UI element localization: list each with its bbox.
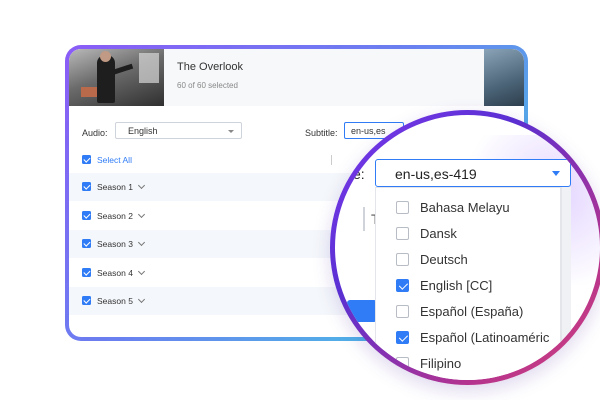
magnifier-content: T e: en-us,es-419 Bahasa Melayu Dansk D bbox=[335, 115, 600, 380]
subtitle-dropdown: Bahasa Melayu Dansk Deutsch English [CC]… bbox=[375, 187, 561, 380]
chevron-down-icon bbox=[228, 130, 234, 133]
subtitle-label-fragment: e: bbox=[353, 166, 365, 182]
option-checkbox[interactable] bbox=[396, 357, 409, 370]
option-checkbox[interactable] bbox=[396, 253, 409, 266]
column-separator bbox=[363, 207, 365, 231]
audio-select[interactable]: English bbox=[115, 122, 242, 139]
column-separator bbox=[331, 155, 332, 165]
option-checkbox[interactable] bbox=[396, 331, 409, 344]
stage: The Overlook 60 of 60 selected Audio: En… bbox=[0, 0, 600, 400]
magnifier-lens: T e: en-us,es-419 Bahasa Melayu Dansk D bbox=[330, 110, 600, 385]
season-label-wrap: Season 3 bbox=[97, 238, 145, 249]
season-checkbox[interactable] bbox=[82, 182, 91, 191]
option-checkbox[interactable] bbox=[396, 279, 409, 292]
option-checkbox[interactable] bbox=[396, 305, 409, 318]
season-checkbox[interactable] bbox=[82, 296, 91, 305]
subtitle-label: Subtitle: bbox=[305, 128, 338, 138]
thumbnail-window-light bbox=[139, 53, 159, 83]
season-label-wrap: Season 5 bbox=[97, 295, 145, 306]
selected-count: 60 of 60 selected bbox=[177, 81, 238, 90]
season-label-wrap: Season 1 bbox=[97, 181, 145, 192]
chevron-down-icon[interactable] bbox=[137, 181, 145, 190]
secondary-thumbnail bbox=[484, 49, 524, 106]
season-label: Season 2 bbox=[97, 211, 133, 221]
season-label-wrap: Season 2 bbox=[97, 210, 145, 221]
subtitle-select-value: en-us,es bbox=[351, 126, 386, 136]
chevron-down-icon bbox=[552, 171, 560, 176]
audio-label: Audio: bbox=[82, 128, 108, 138]
video-title: The Overlook bbox=[177, 61, 244, 73]
season-checkbox[interactable] bbox=[82, 268, 91, 277]
thumbnail-figure-head bbox=[100, 51, 111, 62]
season-label-wrap: Season 4 bbox=[97, 267, 145, 278]
thumbnail-figure bbox=[97, 55, 115, 103]
option-label: Filipino bbox=[420, 356, 462, 371]
chevron-down-icon[interactable] bbox=[137, 295, 145, 304]
season-label: Season 4 bbox=[97, 268, 133, 278]
chevron-down-icon[interactable] bbox=[137, 267, 145, 276]
chevron-down-icon[interactable] bbox=[137, 238, 145, 247]
chevron-down-icon[interactable] bbox=[137, 210, 145, 219]
dropdown-scrollbar[interactable] bbox=[561, 187, 571, 380]
select-all-label: Select All bbox=[97, 155, 132, 165]
option-label: Dansk bbox=[420, 226, 457, 241]
option-label: Español (Latinoaméric bbox=[420, 330, 550, 345]
season-label: Season 3 bbox=[97, 239, 133, 249]
option-label: English [CC] bbox=[420, 278, 493, 293]
video-header: The Overlook 60 of 60 selected bbox=[69, 49, 524, 106]
action-button-fragment[interactable] bbox=[347, 300, 377, 322]
video-thumbnail bbox=[69, 49, 164, 106]
option-checkbox[interactable] bbox=[396, 201, 409, 214]
season-checkbox[interactable] bbox=[82, 239, 91, 248]
option-label: Deutsch bbox=[420, 252, 468, 267]
subtitle-select-zoomed-value: en-us,es-419 bbox=[395, 166, 477, 182]
season-label: Season 1 bbox=[97, 182, 133, 192]
subtitle-select-zoomed[interactable]: en-us,es-419 bbox=[375, 159, 571, 187]
season-label: Season 5 bbox=[97, 296, 133, 306]
option-label: Bahasa Melayu bbox=[420, 200, 510, 215]
select-all-checkbox[interactable] bbox=[82, 155, 91, 164]
option-checkbox[interactable] bbox=[396, 227, 409, 240]
option-label: Español (España) bbox=[420, 304, 524, 319]
audio-select-value: English bbox=[128, 126, 158, 136]
season-checkbox[interactable] bbox=[82, 211, 91, 220]
